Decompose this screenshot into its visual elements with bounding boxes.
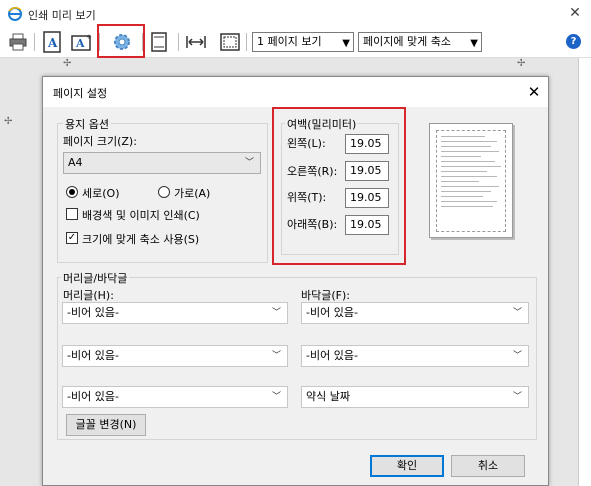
full-page-icon — [219, 32, 241, 52]
dialog-titlebar — [43, 77, 548, 107]
landscape-radio[interactable] — [158, 186, 170, 198]
cancel-button[interactable]: 취소 — [451, 455, 525, 477]
help-button[interactable]: ? — [566, 34, 581, 49]
highlight-box-margins — [272, 107, 406, 265]
page-view-value: 1 페이지 보기 — [257, 35, 322, 48]
ok-button[interactable]: 확인 — [370, 455, 444, 477]
chevron-down-icon: ﹀ — [244, 158, 254, 168]
landscape-page-icon: A + — [71, 32, 93, 52]
window-title: 인쇄 미리 보기 — [28, 9, 96, 22]
left-margin-handle[interactable]: ✢ — [63, 58, 71, 69]
change-font-button[interactable]: 글꼴 변경(N) — [66, 414, 146, 436]
svg-text:A: A — [75, 37, 85, 50]
right-margin-handle[interactable]: ✢ — [517, 58, 525, 69]
chevron-down-icon: ﹀ — [271, 392, 281, 402]
toolbar: A A + 1 페이지 보기 ▼ 페이지에 맞게 축소 ▼ — [0, 27, 591, 58]
footer-dropdown-3-value: 약식 날짜 — [306, 390, 350, 403]
header-dropdown-3-value: -비어 있음- — [67, 390, 119, 403]
dialog-title: 페이지 설정 — [53, 87, 108, 100]
vertical-scrollbar[interactable] — [578, 58, 591, 486]
chevron-down-icon: ﹀ — [512, 392, 522, 402]
header-dropdown-3[interactable]: -비어 있음- ﹀ — [62, 386, 288, 408]
fit-to-page-select[interactable]: 페이지에 맞게 축소 ▼ — [358, 32, 482, 52]
header-footer-label: 머리글/바닥글 — [61, 270, 130, 286]
fit-to-page-value: 페이지에 맞게 축소 — [363, 35, 451, 48]
chevron-down-icon: ﹀ — [271, 351, 281, 361]
header-footer-toggle-button[interactable] — [147, 30, 171, 54]
footer-dropdown-2-value: -비어 있음- — [306, 349, 358, 362]
window-close-button[interactable]: ✕ — [566, 4, 584, 22]
footer-label: 바닥글(F): — [301, 289, 350, 302]
footer-dropdown-1[interactable]: -비어 있음- ﹀ — [301, 302, 529, 324]
svg-text:A: A — [47, 36, 58, 50]
header-label: 머리글(H): — [63, 289, 114, 302]
page-setup-dialog: 페이지 설정 ✕ 용지 옵션 페이지 크기(Z): A4 ﹀ 세로(O) 가로(… — [42, 76, 549, 486]
header-dropdown-1-value: -비어 있음- — [67, 306, 119, 319]
chevron-down-icon: ﹀ — [271, 308, 281, 318]
portrait-radio[interactable] — [66, 186, 78, 198]
page-header-icon — [150, 32, 168, 52]
top-margin-handle[interactable]: ✢ — [4, 116, 12, 127]
chevron-down-icon: ﹀ — [512, 308, 522, 318]
footer-dropdown-1-value: -비어 있음- — [306, 306, 358, 319]
portrait-label: 세로(O) — [82, 187, 120, 200]
page-size-value: A4 — [68, 156, 83, 169]
page-view-select[interactable]: 1 페이지 보기 ▼ — [252, 32, 354, 52]
full-width-button[interactable] — [184, 30, 208, 54]
internet-explorer-icon — [8, 7, 22, 21]
page-size-label: 페이지 크기(Z): — [63, 135, 137, 148]
header-dropdown-2-value: -비어 있음- — [67, 349, 119, 362]
landscape-button[interactable]: A + — [70, 30, 94, 54]
background-print-label: 배경색 및 이미지 인쇄(C) — [82, 209, 200, 222]
highlight-box-page-setup — [97, 24, 145, 58]
chevron-down-icon: ﹀ — [512, 351, 522, 361]
page-size-dropdown[interactable]: A4 ﹀ — [63, 152, 261, 174]
thumbnail-margin-outline — [436, 130, 506, 232]
footer-dropdown-3[interactable]: 약식 날짜 ﹀ — [301, 386, 529, 408]
page-preview-thumbnail — [429, 123, 513, 238]
printer-icon — [8, 33, 28, 51]
svg-text:+: + — [86, 33, 92, 41]
shrink-to-fit-label: 크기에 맞게 축소 사용(S) — [82, 233, 200, 246]
chevron-down-icon: ▼ — [342, 38, 350, 49]
shrink-to-fit-checkbox[interactable]: ✓ — [66, 232, 78, 244]
horizontal-arrows-icon — [185, 34, 207, 50]
landscape-label: 가로(A) — [174, 187, 211, 200]
header-dropdown-2[interactable]: -비어 있음- ﹀ — [62, 345, 288, 367]
header-dropdown-1[interactable]: -비어 있음- ﹀ — [62, 302, 288, 324]
dialog-close-button[interactable]: ✕ — [524, 82, 544, 102]
footer-dropdown-2[interactable]: -비어 있음- ﹀ — [301, 345, 529, 367]
print-button[interactable] — [6, 30, 30, 54]
portrait-button[interactable]: A — [40, 30, 64, 54]
portrait-page-icon: A — [42, 31, 62, 53]
full-page-button[interactable] — [218, 30, 242, 54]
chevron-down-icon: ▼ — [470, 38, 478, 49]
background-print-checkbox[interactable] — [66, 208, 78, 220]
paper-options-label: 용지 옵션 — [63, 116, 111, 132]
